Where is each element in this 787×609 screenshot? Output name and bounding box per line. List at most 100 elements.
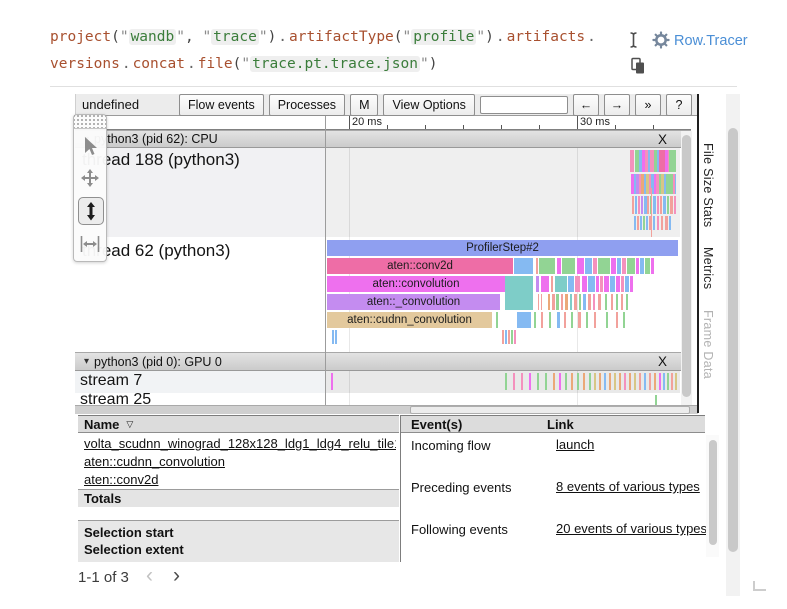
- row-tracer-link[interactable]: Row.Tracer: [674, 33, 748, 49]
- trace-event-segment[interactable]: [645, 258, 650, 274]
- thread188-canvas[interactable]: [325, 148, 680, 237]
- trace-search-input[interactable]: [480, 96, 568, 114]
- gear-icon[interactable]: [652, 31, 670, 54]
- trace-event-segment[interactable]: [541, 312, 543, 328]
- trace-event-segment[interactable]: [574, 294, 577, 310]
- tab-metrics[interactable]: Metrics: [701, 247, 715, 289]
- stream7-label[interactable]: stream 7: [80, 372, 142, 390]
- trace-event-segment[interactable]: [556, 294, 559, 310]
- trace-event-segment[interactable]: [675, 174, 676, 194]
- trace-event-segment[interactable]: [653, 196, 656, 214]
- trace-event-segment[interactable]: [514, 258, 533, 274]
- gpu-kernel-segment[interactable]: [583, 373, 585, 390]
- trace-event-segment[interactable]: [653, 216, 655, 230]
- trace-event-segment[interactable]: [617, 258, 621, 274]
- trace-event-segment[interactable]: [657, 196, 659, 214]
- trace-event-segment[interactable]: [636, 258, 639, 274]
- trace-event-segment[interactable]: [555, 276, 567, 292]
- gpu-kernel-segment[interactable]: [331, 373, 333, 390]
- text-cursor-icon[interactable]: [626, 31, 641, 54]
- trace-event-segment[interactable]: [577, 258, 584, 274]
- resize-handle-icon[interactable]: [753, 581, 766, 591]
- trace-event-segment[interactable]: [632, 196, 634, 214]
- trace-event-segment[interactable]: [604, 276, 609, 292]
- gpu-kernel-segment[interactable]: [505, 373, 507, 390]
- trace-event-segment[interactable]: [646, 216, 648, 230]
- pagination-prev-button[interactable]: ‹: [146, 567, 153, 585]
- trace-event-segment[interactable]: [514, 330, 516, 344]
- trace-event-segment[interactable]: [502, 330, 504, 344]
- trace-event-segment[interactable]: [549, 312, 551, 328]
- gpu-kernel-segment[interactable]: [577, 373, 579, 390]
- trace-event-segment[interactable]: [630, 150, 634, 172]
- collapse-caret-icon[interactable]: ▾: [84, 356, 89, 367]
- trace-event-segment[interactable]: [539, 258, 555, 274]
- trace-event-segment[interactable]: [641, 196, 643, 214]
- trace-event-segment[interactable]: [596, 276, 599, 292]
- trace-event-segment[interactable]: [630, 276, 633, 292]
- gpu-kernel-segment[interactable]: [529, 373, 531, 390]
- gpu-kernel-segment[interactable]: [629, 373, 631, 390]
- gpu-kernel-segment[interactable]: [663, 373, 665, 390]
- vertical-scroll-thumb[interactable]: [682, 135, 691, 397]
- nav-back-button[interactable]: ←: [573, 94, 599, 116]
- trace-event-segment[interactable]: [332, 330, 334, 344]
- trace-event-segment[interactable]: [586, 312, 588, 328]
- cpu-track-close-button[interactable]: X: [658, 132, 667, 147]
- trace-event-segment[interactable]: [623, 312, 625, 328]
- trace-event-segment[interactable]: [583, 294, 586, 310]
- following-events-link[interactable]: 20 events of various types: [556, 521, 716, 536]
- trace-event-segment[interactable]: [541, 276, 549, 292]
- trace-event-segment[interactable]: [575, 276, 580, 292]
- help-button[interactable]: ?: [666, 94, 692, 116]
- sort-indicator-icon[interactable]: ▽: [126, 419, 133, 430]
- trace-event-segment[interactable]: [635, 196, 637, 214]
- trace-event-segment[interactable]: [616, 294, 618, 310]
- trace-event-segment[interactable]: [626, 294, 628, 310]
- trace-event-segment[interactable]: [578, 312, 581, 328]
- trace-event-segment[interactable]: [621, 276, 624, 292]
- trace-event-segment[interactable]: [505, 330, 507, 344]
- gpu-kernel-segment[interactable]: [589, 373, 591, 390]
- trace-event-segment[interactable]: [593, 258, 597, 274]
- trace-event-segment[interactable]: [634, 216, 636, 230]
- conv2d-link[interactable]: aten::conv2d: [84, 472, 396, 487]
- select-tool-button[interactable]: [78, 133, 102, 159]
- trace-event-segment[interactable]: [643, 216, 645, 230]
- trace-event-segment[interactable]: [536, 276, 539, 292]
- name-column-header[interactable]: Name ▽: [78, 415, 399, 433]
- trace-event-segment[interactable]: [638, 196, 640, 214]
- trace-event-segment[interactable]: [665, 216, 668, 230]
- trace-event-segment[interactable]: [588, 276, 595, 292]
- stream7-canvas[interactable]: [325, 371, 680, 393]
- trace-event-segment[interactable]: [640, 216, 642, 230]
- gpu-kernel-segment[interactable]: [654, 373, 656, 390]
- time-ruler[interactable]: 20 ms30 ms: [75, 116, 691, 130]
- trace-event-segment[interactable]: [534, 312, 536, 328]
- copy-icon[interactable]: [630, 57, 646, 80]
- trace-vertical-scrollbar[interactable]: [681, 131, 692, 405]
- view-options-button[interactable]: View Options: [383, 94, 474, 116]
- preceding-events-link[interactable]: 8 events of various types: [556, 479, 706, 494]
- trace-event-segment[interactable]: [594, 312, 596, 328]
- thread62-canvas[interactable]: ProfilerStep#2 aten::conv2d aten::convol…: [325, 237, 680, 352]
- pane-divider[interactable]: [325, 116, 326, 408]
- nav-forward-button[interactable]: →: [604, 94, 630, 116]
- gpu-kernel-segment[interactable]: [594, 373, 596, 390]
- trace-event-segment[interactable]: [627, 258, 635, 274]
- trace-event-segment[interactable]: [611, 258, 616, 274]
- trace-event-segment[interactable]: [570, 294, 572, 310]
- gpu-kernel-segment[interactable]: [667, 373, 669, 390]
- trace-event-segment[interactable]: [511, 330, 513, 344]
- trace-event-segment[interactable]: [557, 312, 560, 328]
- trace-event-segment[interactable]: [606, 312, 608, 328]
- gpu-kernel-segment[interactable]: [513, 373, 515, 390]
- trace-event-segment[interactable]: [625, 276, 629, 292]
- trace-event-segment[interactable]: [610, 276, 615, 292]
- trace-event-segment[interactable]: [669, 150, 676, 172]
- trace-event-segment[interactable]: [562, 258, 575, 274]
- trace-event-segment[interactable]: [551, 276, 553, 292]
- trace-event-segment[interactable]: [598, 258, 610, 274]
- gpu-kernel-segment[interactable]: [659, 373, 661, 390]
- trace-event-segment[interactable]: [548, 294, 550, 310]
